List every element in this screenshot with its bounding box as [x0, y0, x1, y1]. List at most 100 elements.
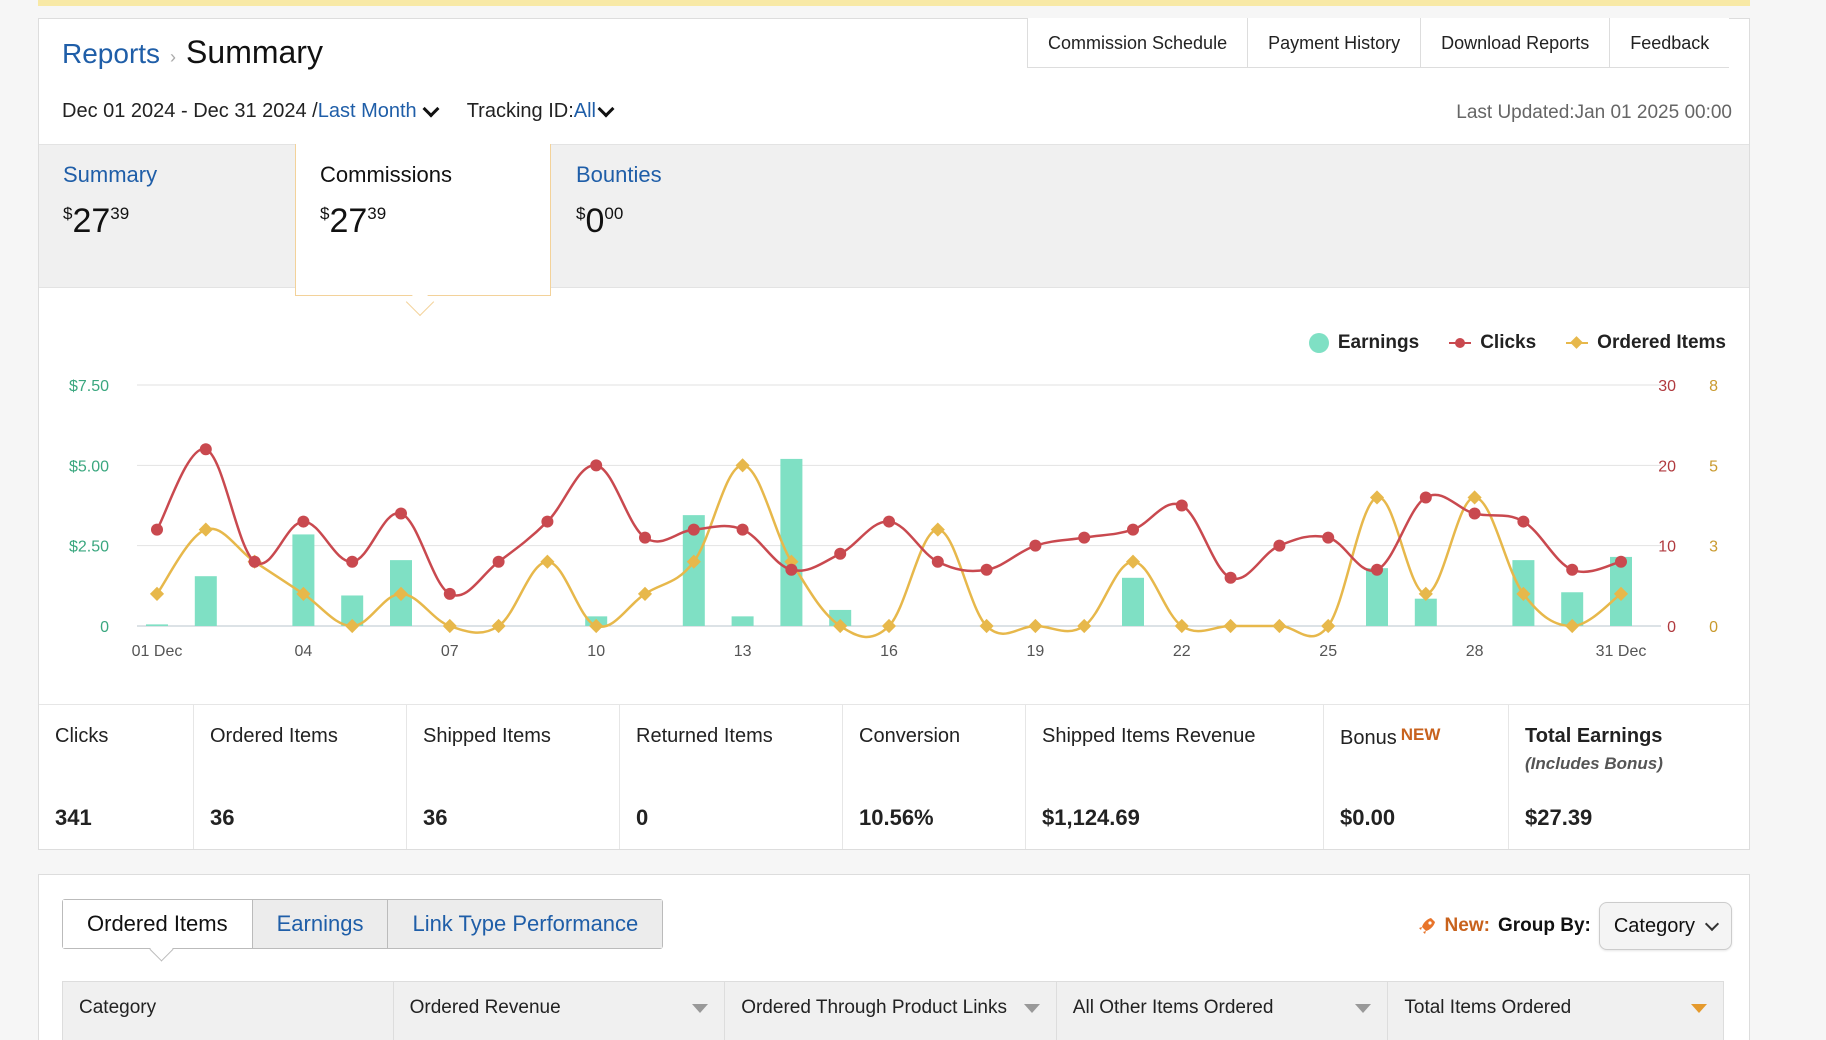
column-category[interactable]: Category: [63, 982, 394, 1040]
stats-row: Clicks 341 Ordered Items 36 Shipped Items 3…: [39, 704, 1749, 849]
x-axis-tick-label: 10: [587, 643, 605, 660]
report-tabs: Ordered Items Earnings Link Type Perform…: [62, 899, 664, 949]
clicks-point: [1371, 563, 1383, 576]
left-axis-tick-label: 0: [100, 619, 109, 636]
x-axis-tick-label: 04: [295, 643, 313, 660]
clicks-point: [541, 515, 554, 528]
sort-icon[interactable]: [1690, 1004, 1707, 1013]
stat-shipped-revenue: Shipped Items Revenue $1,124.69: [1026, 705, 1324, 849]
chevron-down-icon[interactable]: [597, 100, 615, 117]
x-axis-tick-label: 13: [734, 643, 752, 660]
group-by-control: New: Group By: Category: [1417, 902, 1732, 950]
sort-icon[interactable]: [692, 1004, 709, 1013]
x-axis-tick-label: 31 Dec: [1596, 643, 1647, 660]
ordered-items-point: [198, 522, 213, 537]
earnings-swatch-icon: [1308, 333, 1329, 353]
earnings-chart: $7.50 30 8$5.00 20 5$2.50 10 30 0 001 Dec 04 07 10 1…: [69, 378, 1718, 660]
ordered-items-swatch-icon: [1566, 337, 1589, 349]
tab-summary[interactable]: Summary $2739: [39, 144, 295, 296]
legend-earnings[interactable]: Earnings: [1308, 332, 1419, 354]
tab-commissions[interactable]: Commissions $2739: [295, 144, 551, 296]
right-axis-clicks-tick-label: 0: [1667, 619, 1676, 636]
clicks-point: [1468, 507, 1481, 520]
clicks-point: [443, 587, 456, 600]
sort-icon[interactable]: [1023, 1004, 1040, 1013]
commission-schedule-link[interactable]: Commission Schedule: [1028, 18, 1249, 67]
legend-clicks[interactable]: Clicks: [1449, 332, 1536, 354]
earnings-bar: [1414, 598, 1437, 626]
clicks-point: [1029, 539, 1042, 552]
new-badge: NEW: [1400, 725, 1441, 744]
date-filter-row: Dec 01 2024 - Dec 31 2024 / Last Month T…: [62, 100, 618, 123]
x-axis-tick-label: 16: [880, 643, 898, 660]
column-other-items-ordered[interactable]: All Other Items Ordered: [1057, 982, 1389, 1040]
download-reports-link[interactable]: Download Reports: [1421, 18, 1611, 67]
clicks-point: [297, 515, 310, 528]
left-axis-tick-label: $5.00: [69, 458, 109, 475]
group-by-label: Group By:: [1497, 915, 1591, 936]
left-axis-tick-label: $2.50: [69, 539, 109, 556]
right-axis-ordered-tick-label: 5: [1709, 458, 1718, 475]
stat-clicks: Clicks 341: [39, 705, 194, 849]
clicks-swatch-icon: [1449, 338, 1472, 348]
legend-ordered-items[interactable]: Ordered Items: [1566, 332, 1726, 354]
column-ordered-through-links[interactable]: Ordered Through Product Links: [725, 982, 1057, 1040]
clicks-point: [687, 523, 700, 536]
right-axis-ordered-tick-label: 0: [1709, 619, 1718, 636]
clicks-point: [1224, 571, 1237, 584]
clicks-point: [785, 563, 798, 576]
sort-icon[interactable]: [1355, 1004, 1372, 1013]
tracking-id-filter[interactable]: Tracking ID: All: [467, 100, 618, 123]
stat-returned-items: Returned Items 0: [620, 705, 843, 849]
earnings-bar: [1122, 577, 1144, 626]
tab-link-type-performance[interactable]: Link Type Performance: [388, 900, 663, 948]
clicks-point: [492, 555, 505, 568]
clicks-point: [1419, 491, 1432, 504]
right-axis-ordered-tick-label: 8: [1709, 378, 1718, 395]
ordered-items-point: [1467, 490, 1482, 505]
tab-earnings[interactable]: Earnings: [252, 900, 389, 948]
breadcrumb-reports-link[interactable]: Reports: [62, 38, 160, 70]
table-header: Category Ordered Revenue Ordered Through…: [62, 981, 1724, 1040]
tab-bounties[interactable]: Bounties $000: [552, 144, 808, 296]
earnings-bar: [194, 576, 217, 626]
ordered-items-point: [735, 458, 750, 473]
ordered-items-point: [930, 522, 945, 537]
tracking-id-value[interactable]: All: [574, 100, 596, 123]
chevron-down-icon: [1704, 916, 1720, 931]
column-total-items-ordered[interactable]: Total Items Ordered: [1388, 982, 1723, 1040]
clicks-point: [199, 443, 212, 456]
clicks-point: [1175, 499, 1188, 512]
clicks-point: [883, 515, 895, 528]
ordered-items-point: [1028, 618, 1043, 634]
column-ordered-revenue[interactable]: Ordered Revenue: [394, 982, 726, 1040]
clicks-point: [1615, 555, 1627, 568]
clicks-point: [736, 523, 749, 536]
earnings-bar: [146, 624, 168, 626]
date-preset-dropdown[interactable]: Last Month: [318, 100, 417, 123]
clicks-point: [1517, 515, 1530, 528]
tab-label: Summary: [63, 162, 158, 187]
ordered-items-point: [540, 554, 555, 569]
earnings-bar: [1366, 568, 1388, 626]
date-range-text: Dec 01 2024 - Dec 31 2024 /: [62, 100, 318, 122]
payment-history-link[interactable]: Payment History: [1248, 18, 1422, 67]
x-axis-tick-label: 07: [441, 643, 459, 660]
left-axis-tick-label: $7.50: [69, 378, 109, 395]
group-by-select[interactable]: Category: [1598, 902, 1732, 950]
feedback-link[interactable]: Feedback: [1610, 18, 1730, 67]
x-axis-tick-label: 22: [1173, 643, 1191, 660]
breadcrumb: Reports › Summary: [62, 34, 323, 71]
clicks-point: [151, 523, 163, 536]
clicks-point: [1127, 523, 1139, 536]
x-axis-tick-label: 28: [1466, 643, 1484, 660]
new-label: New:: [1444, 915, 1490, 936]
chevron-down-icon[interactable]: [422, 100, 440, 117]
tab-ordered-items[interactable]: Ordered Items: [63, 900, 253, 948]
top-links: Commission Schedule Payment History Down…: [1027, 18, 1730, 68]
clicks-point: [931, 555, 944, 568]
tab-amount: $2739: [320, 202, 387, 240]
chart-legend: Earnings Clicks Ordered Items: [1308, 332, 1726, 354]
right-axis-clicks-tick-label: 10: [1658, 539, 1676, 556]
clicks-point: [590, 459, 603, 472]
